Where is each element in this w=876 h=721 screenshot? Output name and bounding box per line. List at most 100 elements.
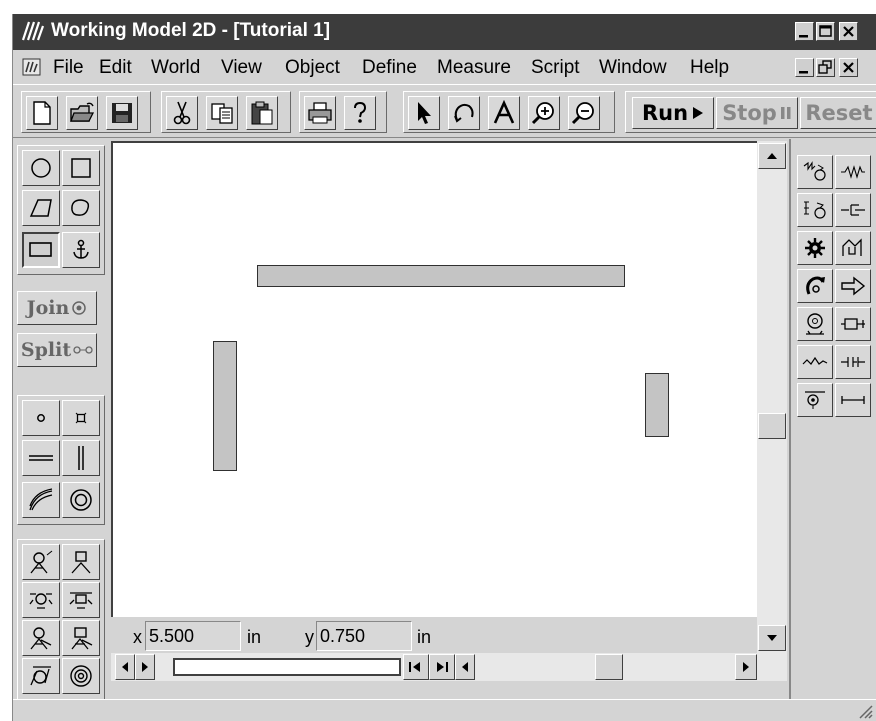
menu-window[interactable]: Window: [599, 57, 667, 79]
scroll-left-button[interactable]: [455, 654, 475, 680]
motor-tool-icon[interactable]: [797, 307, 833, 341]
cut-scissors-icon[interactable]: [166, 96, 198, 130]
x-coordinate-field[interactable]: 5.500: [145, 621, 241, 651]
doc-minimize-button[interactable]: [795, 58, 814, 77]
y-coordinate-field[interactable]: 0.750: [316, 621, 412, 651]
title-bar[interactable]: Working Model 2D - [Tutorial 1]: [13, 14, 876, 50]
force-tool-icon[interactable]: [835, 269, 871, 303]
tape-step-back-button[interactable]: [403, 654, 429, 680]
zoom-out-icon[interactable]: [568, 96, 600, 130]
tape-step-forward-button[interactable]: [429, 654, 455, 680]
maximize-button[interactable]: [816, 22, 835, 41]
doc-close-button[interactable]: [839, 58, 858, 77]
gear-tool-icon[interactable]: [797, 231, 833, 265]
paste-clipboard-icon[interactable]: [246, 96, 278, 130]
join-button[interactable]: Join: [17, 291, 97, 325]
horizontal-slot-tool-icon[interactable]: [22, 440, 60, 476]
document-icon[interactable]: [21, 56, 43, 78]
separator-tool-icon[interactable]: [835, 345, 871, 379]
print-icon[interactable]: [304, 96, 336, 130]
arrow-pointer-icon[interactable]: [408, 96, 440, 130]
step-forward-icon: [437, 662, 448, 672]
workspace-canvas[interactable]: [111, 141, 757, 617]
menu-help[interactable]: Help: [690, 57, 729, 79]
reset-button[interactable]: Reset: [800, 97, 876, 129]
split-button[interactable]: Split: [17, 333, 97, 367]
vertical-slot-tool-icon[interactable]: [62, 440, 100, 476]
horizontal-bar-body[interactable]: [257, 265, 625, 287]
menu-view[interactable]: View: [221, 57, 262, 79]
open-folder-icon[interactable]: [66, 96, 98, 130]
menu-measure[interactable]: Measure: [437, 57, 511, 79]
zoom-in-icon[interactable]: [528, 96, 560, 130]
rope-joint-tool-icon[interactable]: [22, 658, 60, 694]
rope-tool-icon[interactable]: [797, 345, 833, 379]
curved-slot-tool-icon[interactable]: [22, 482, 60, 518]
menu-file[interactable]: File: [53, 57, 84, 79]
rotary-damper-tool-icon[interactable]: [797, 193, 833, 227]
tape-forward-button[interactable]: [135, 654, 155, 680]
torque-tool-icon[interactable]: [797, 269, 833, 303]
minimize-button[interactable]: [795, 22, 814, 41]
run-button[interactable]: Run: [632, 97, 714, 129]
tape-progress-bar[interactable]: [173, 658, 401, 676]
close-button[interactable]: [839, 22, 858, 41]
doc-restore-button[interactable]: [816, 58, 835, 77]
actuator-joint-tool-icon[interactable]: [22, 620, 60, 656]
curved-body-tool-icon[interactable]: [62, 190, 100, 226]
rotary-motor-tool-icon[interactable]: [797, 383, 833, 417]
damper-joint-tool-icon[interactable]: [62, 620, 100, 656]
y-unit: in: [417, 627, 432, 647]
menu-define[interactable]: Define: [362, 57, 417, 79]
copy-icon[interactable]: [206, 96, 238, 130]
menu-world[interactable]: World: [151, 57, 200, 79]
linear-spring-tool-icon[interactable]: [797, 155, 833, 189]
menu-script[interactable]: Script: [531, 57, 580, 79]
spring-joint-tool-icon[interactable]: [22, 582, 60, 618]
pin-joint-tool-icon[interactable]: [62, 482, 100, 518]
vertical-scroll-thumb[interactable]: [758, 413, 786, 439]
rotary-spring-tool-icon[interactable]: [62, 658, 100, 694]
working-model-logo-icon[interactable]: [21, 20, 45, 42]
pulley-joint-tool-icon[interactable]: [62, 544, 100, 580]
rotate-icon[interactable]: [448, 96, 480, 130]
join-label: Join: [26, 297, 70, 319]
new-document-icon[interactable]: [26, 96, 58, 130]
actuator-tool-icon[interactable]: [835, 307, 871, 341]
help-question-icon[interactable]: [344, 96, 376, 130]
scroll-right-button[interactable]: [735, 654, 757, 680]
square-point-tool-icon[interactable]: [62, 400, 100, 436]
pulley-tool-icon[interactable]: [835, 231, 871, 265]
horizontal-scrollbar[interactable]: [111, 653, 787, 681]
rod-tool-icon[interactable]: [835, 383, 871, 417]
point-tool-icon[interactable]: [22, 400, 60, 436]
stop-button[interactable]: Stop: [716, 97, 798, 129]
motor-joint-tool-icon[interactable]: [62, 582, 100, 618]
pause-icon: [780, 107, 791, 119]
tape-back-button[interactable]: [115, 654, 135, 680]
menu-object[interactable]: Object: [285, 57, 340, 79]
scroll-down-button[interactable]: [758, 625, 786, 651]
scroll-up-button[interactable]: [758, 143, 786, 169]
save-disk-icon[interactable]: [106, 96, 138, 130]
step-back-icon: [409, 662, 420, 672]
tools-group: [403, 91, 615, 133]
spring-tool-icon[interactable]: [835, 155, 871, 189]
rectangle-tool-icon[interactable]: [62, 150, 100, 186]
damper-tool-icon[interactable]: [835, 193, 871, 227]
right-vertical-body[interactable]: [645, 373, 669, 437]
polygon-tool-icon[interactable]: [22, 190, 60, 226]
join-icon: [72, 301, 87, 315]
gear-joint-tool-icon[interactable]: [22, 544, 60, 580]
circle-tool-icon[interactable]: [22, 150, 60, 186]
resize-grip-icon[interactable]: [857, 703, 873, 719]
menu-edit[interactable]: Edit: [99, 57, 132, 79]
left-toolbox: Join Split: [13, 139, 109, 701]
square-tool-icon[interactable]: [22, 232, 60, 268]
left-vertical-body[interactable]: [213, 341, 237, 471]
vertical-scrollbar[interactable]: [757, 141, 787, 653]
text-icon[interactable]: [488, 96, 520, 130]
app-window: Working Model 2D - [Tutorial 1] File Edi…: [12, 14, 876, 721]
anchor-tool-icon[interactable]: [62, 232, 100, 268]
horizontal-scroll-thumb[interactable]: [595, 654, 623, 680]
